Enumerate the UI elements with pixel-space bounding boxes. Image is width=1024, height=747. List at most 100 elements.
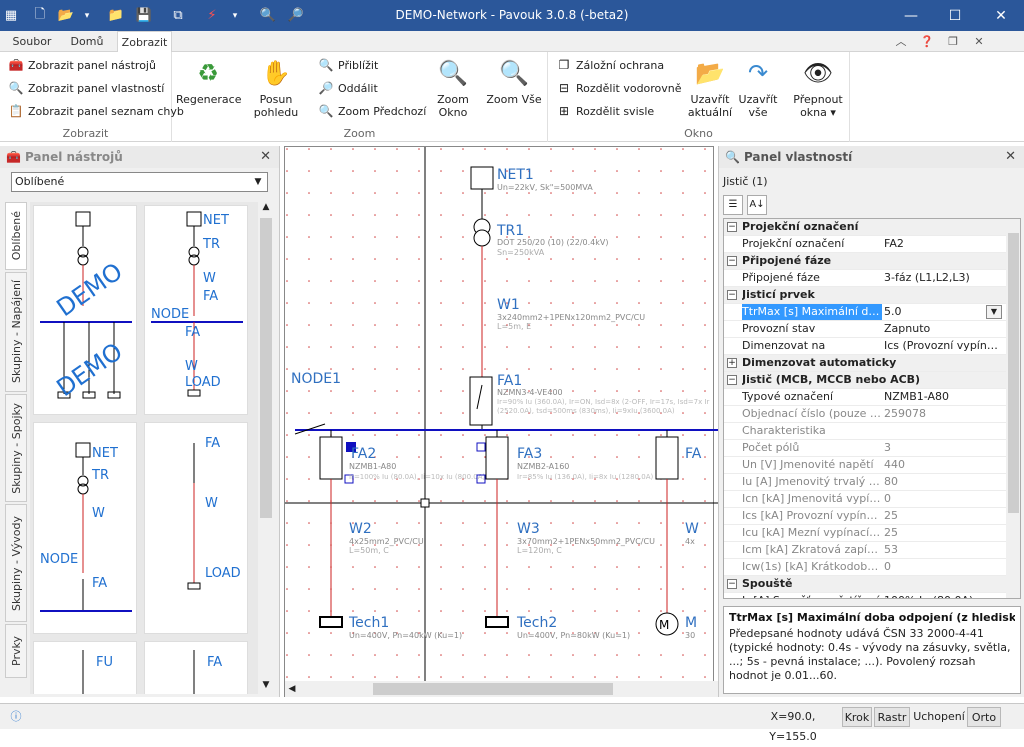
property-row[interactable]: Icw(1s) [kA] Krátkodobý ... 0 — [724, 559, 1006, 576]
property-row[interactable]: Iu [A] Jmenovitý trvalý p... 80 — [724, 474, 1006, 491]
property-value[interactable]: NZMB1-A80 — [884, 389, 1004, 405]
property-value[interactable]: 53 — [884, 542, 1004, 558]
property-value[interactable]: 3-fáz (L1,L2,L3) — [884, 270, 1004, 286]
collapse-icon[interactable]: − — [727, 579, 737, 589]
vtab-oblibene[interactable]: Oblíbené — [5, 202, 27, 270]
property-grid-scrollbar[interactable] — [1006, 219, 1020, 598]
property-value[interactable]: Ics (Provozní vypínací ... — [884, 338, 1004, 354]
scroll-up-icon[interactable]: ▲ — [258, 202, 274, 216]
close-all-button[interactable]: ↷ Uzavřít vše — [738, 55, 778, 119]
tech1-load[interactable] — [319, 616, 343, 628]
property-row[interactable]: Počet pólů 3 — [724, 440, 1006, 457]
scroll-thumb[interactable] — [373, 683, 613, 695]
zoom-in-icon[interactable]: 🔍 — [256, 0, 280, 31]
tile-fu[interactable]: FU — [33, 641, 137, 694]
restore-icon[interactable]: ❐ — [944, 33, 962, 50]
collapse-icon[interactable]: − — [727, 290, 737, 300]
show-errors-panel-button[interactable]: 📋 Zobrazit panel seznam chyb — [8, 101, 184, 121]
chevron-down-icon[interactable]: ▼ — [986, 305, 1002, 319]
expand-icon[interactable]: + — [727, 358, 737, 368]
tech2-load[interactable] — [485, 616, 509, 628]
tab-domu[interactable]: Domů — [62, 31, 112, 52]
krok-button[interactable]: Krok — [842, 707, 872, 727]
collapse-icon[interactable]: − — [727, 375, 737, 385]
category-select[interactable]: Oblíbené ▼ — [11, 172, 268, 192]
property-row[interactable]: Projekční označení FA2 — [724, 236, 1006, 253]
vtab-napajeni[interactable]: Skupiny - Napájení — [5, 272, 27, 392]
chevron-down-icon[interactable]: ▾ — [80, 0, 94, 31]
close-icon[interactable]: ✕ — [1005, 149, 1016, 164]
net1-symbol[interactable] — [470, 166, 494, 190]
property-value[interactable]: FA2 — [884, 236, 1004, 252]
show-properties-panel-button[interactable]: 🔍 Zobrazit panel vlastností — [8, 78, 165, 98]
sort-az-icon[interactable]: A↓ — [747, 195, 767, 215]
property-category[interactable]: − Spouště — [724, 576, 1006, 593]
regenerate-button[interactable]: ♻ Regenerace — [176, 55, 241, 106]
property-value[interactable]: 25 — [884, 525, 1004, 541]
close-icon[interactable]: ✕ — [978, 0, 1024, 31]
tile-fa[interactable]: FA — [144, 641, 248, 694]
fa4-breaker[interactable] — [655, 436, 679, 480]
fa2-breaker[interactable] — [319, 436, 343, 480]
scroll-down-icon[interactable]: ▼ — [258, 680, 274, 694]
property-value[interactable]: 25 — [884, 508, 1004, 524]
property-value[interactable]: 259078 — [884, 406, 1004, 422]
tab-zobrazit[interactable]: Zobrazit — [117, 31, 172, 53]
property-value[interactable]: 100% Iu (80.0A) — [884, 593, 1004, 598]
lightning-icon[interactable]: ⚡ — [200, 0, 224, 31]
property-row[interactable]: Un [V] Jmenovité napětí 440 — [724, 457, 1006, 474]
property-row[interactable]: Ics [kA] Provozní vypínac... 25 — [724, 508, 1006, 525]
tab-soubor[interactable]: Soubor — [8, 31, 56, 52]
categorized-icon[interactable]: ☰ — [723, 195, 743, 215]
help-icon[interactable]: ❓ — [918, 33, 936, 50]
collapse-icon[interactable]: − — [727, 222, 737, 232]
property-row[interactable]: Icn [kA] Jmenovitá vypín... 0 — [724, 491, 1006, 508]
open-recent-icon[interactable]: 📁 — [104, 0, 128, 31]
scroll-thumb[interactable] — [1008, 233, 1019, 513]
scroll-left-icon[interactable]: ◀ — [285, 681, 299, 697]
switch-window-button[interactable]: 👁 Přepnout okna ▾ — [788, 55, 848, 119]
info-icon[interactable]: ⓘ — [6, 707, 26, 727]
property-row[interactable]: Icu [kA] Mezní vypínací s... 25 — [724, 525, 1006, 542]
collapse-icon[interactable]: − — [727, 256, 737, 266]
zoom-all-button[interactable]: 🔍 Zoom Vše — [486, 55, 542, 106]
diagram-canvas[interactable]: NET1 Un=22kV, Sk"=500MVA TR1 DOT 250/20 … — [284, 146, 998, 697]
property-row[interactable]: TtrMax [s] Maximální dob... 5.0 ▼ — [724, 304, 1006, 321]
save-icon[interactable]: 💾 — [132, 0, 156, 31]
open-folder-icon[interactable]: 📂 — [54, 0, 78, 31]
property-row[interactable]: Provozní stav Zapnuto — [724, 321, 1006, 338]
property-value[interactable]: 0 — [884, 491, 1004, 507]
property-row[interactable]: Dimenzovat na Ics (Provozní vypínací ... — [724, 338, 1006, 355]
property-category[interactable]: − Jistič (MCB, MCCB nebo ACB) — [724, 372, 1006, 389]
gallery-scrollbar[interactable]: ▲ ▼ — [258, 202, 274, 694]
property-row[interactable]: Ir [A] Spoušť na přetížení100% Iu (80.0A… — [724, 593, 1006, 598]
zoom-window-button[interactable]: 🔍 Zoom Okno — [422, 55, 484, 119]
property-row[interactable]: Objednací číslo (pouze pr... 259078 — [724, 406, 1006, 423]
chevron-down-icon[interactable]: ▾ — [228, 0, 242, 31]
vtab-vyvody[interactable]: Skupiny - Vývody — [5, 504, 27, 622]
property-value[interactable]: 0 — [884, 559, 1004, 575]
vtab-spojky[interactable]: Skupiny - Spojky — [5, 394, 27, 502]
split-vertical-button[interactable]: ⊞ Rozdělit svisle — [556, 101, 654, 121]
split-horizontal-button[interactable]: ⊟ Rozdělit vodorovně — [556, 78, 682, 98]
fa3-breaker[interactable] — [485, 436, 509, 480]
tile-fa-w-load[interactable]: FA W LOAD — [144, 422, 248, 634]
scroll-thumb[interactable] — [260, 218, 272, 518]
property-category[interactable]: − Jisticí prvek — [724, 287, 1006, 304]
zoom-previous-button[interactable]: 🔍 Zoom Předchozí — [318, 101, 427, 121]
tile-net-feeder[interactable]: NET TR W NODE FA — [33, 422, 137, 634]
tile-demo-group[interactable]: DEMO DEMO — [33, 205, 137, 415]
minimize-icon[interactable]: — — [888, 0, 934, 31]
property-value[interactable]: 80 — [884, 474, 1004, 490]
close-icon[interactable]: ✕ — [260, 149, 271, 164]
vtab-prvky[interactable]: Prvky — [5, 624, 27, 678]
property-row[interactable]: Typové označení NZMB1-A80 — [724, 389, 1006, 406]
zoom-in-button[interactable]: 🔍 Přiblížit — [318, 55, 379, 75]
close-current-button[interactable]: 📂 Uzavřít aktuální — [684, 55, 736, 119]
mdi-close-icon[interactable]: ✕ — [970, 33, 988, 50]
zoom-out-button[interactable]: 🔎 Oddálit — [318, 78, 378, 98]
property-value[interactable]: 3 — [884, 440, 1004, 456]
uchopeni-button[interactable]: Uchopení — [913, 707, 965, 727]
new-file-icon[interactable]: 🗋 — [28, 0, 52, 31]
collapse-ribbon-icon[interactable]: ︿ — [892, 33, 910, 50]
